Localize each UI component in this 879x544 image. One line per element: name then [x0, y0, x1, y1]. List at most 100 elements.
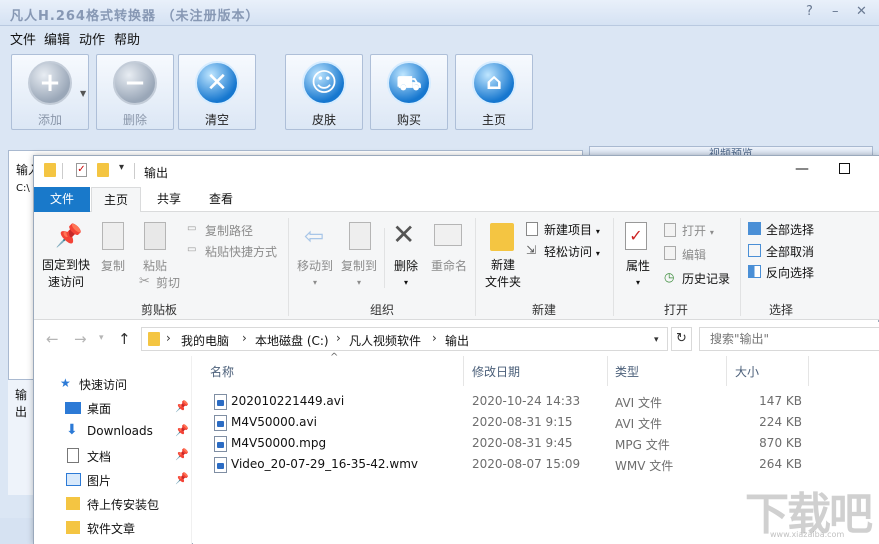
pin-quick-access-button[interactable]: 固定到快 速访问	[39, 257, 93, 291]
menu-file[interactable]: 文件	[10, 29, 36, 48]
app-title: 凡人H.264格式转换器 （未注册版本）	[10, 9, 260, 24]
customize-quick-access-icon[interactable]: ▾	[119, 162, 124, 173]
forward-arrow-icon[interactable]: →	[74, 330, 87, 348]
app-close-icon[interactable]: ✕	[856, 4, 867, 19]
delete-button[interactable]: − 删除	[96, 54, 174, 130]
breadcrumb-this-pc[interactable]: 我的电脑	[181, 332, 229, 349]
move-to-button[interactable]: 移动到 ▾	[292, 257, 338, 288]
nav-item-pictures[interactable]: 图片 📌	[34, 468, 192, 492]
paste-shortcut-button[interactable]: 粘贴快捷方式	[205, 243, 277, 260]
copy-to-button[interactable]: 复制到 ▾	[336, 257, 382, 288]
file-row[interactable]: 202010221449.avi 2020-10-24 14:33 AVI 文件…	[208, 391, 808, 412]
column-header-size[interactable]: 大小	[735, 363, 759, 380]
tab-file[interactable]: 文件	[34, 187, 90, 212]
nav-item-documents[interactable]: 文档 📌	[34, 444, 192, 468]
clear-button[interactable]: ✕ 清空	[178, 54, 256, 130]
refresh-icon[interactable]: ↻	[671, 327, 692, 351]
properties-icon: ✓	[625, 222, 647, 250]
dropdown-arrow-icon[interactable]: ▼	[80, 89, 86, 98]
paste-button[interactable]: 粘贴	[138, 257, 172, 274]
recent-locations-icon[interactable]: ▾	[99, 333, 104, 343]
tab-share[interactable]: 共享	[144, 187, 194, 212]
column-divider[interactable]	[726, 356, 727, 386]
column-header-name[interactable]: 名称	[210, 363, 234, 380]
back-arrow-icon[interactable]: ←	[46, 330, 59, 348]
open-button[interactable]: 打开 ▾	[682, 222, 714, 239]
delete-button[interactable]: 删除 ▾	[386, 257, 426, 288]
pin-icon[interactable]: 📌	[175, 424, 189, 437]
file-modified: 2020-08-31 9:15	[472, 415, 573, 429]
properties-quick-icon[interactable]: ✓	[76, 163, 87, 177]
new-folder-button[interactable]: 新建 文件夹	[478, 257, 528, 291]
tab-view[interactable]: 查看	[196, 187, 246, 212]
pin-icon[interactable]: 📌	[175, 448, 189, 461]
add-button[interactable]: + ▼ 添加	[11, 54, 89, 130]
column-header-modified[interactable]: 修改日期	[472, 363, 520, 380]
breadcrumb-separator-icon[interactable]: ›	[432, 331, 437, 345]
file-row[interactable]: M4V50000.avi 2020-08-31 9:15 AVI 文件 224 …	[208, 412, 808, 433]
menu-help[interactable]: 帮助	[114, 29, 140, 48]
app-help-icon[interactable]: ?	[806, 4, 813, 19]
column-divider[interactable]	[463, 356, 464, 386]
copy-button[interactable]: 复制	[96, 257, 130, 274]
app-minimize-icon[interactable]: –	[832, 4, 839, 19]
nav-quick-access[interactable]: ★ 快速访问	[34, 372, 192, 396]
breadcrumb-separator-icon[interactable]: ›	[166, 331, 171, 345]
easy-access-button[interactable]: 轻松访问 ▾	[544, 243, 600, 260]
column-divider[interactable]	[808, 356, 809, 386]
invert-selection-button[interactable]: 反向选择	[766, 264, 814, 281]
history-button[interactable]: 历史记录	[682, 270, 730, 287]
select-none-button[interactable]: 全部取消	[766, 243, 814, 260]
file-modified: 2020-08-07 15:09	[472, 457, 581, 471]
buy-button[interactable]: ⛟ 购买	[370, 54, 448, 130]
column-header-type[interactable]: 类型	[615, 363, 639, 380]
column-divider[interactable]	[607, 356, 608, 386]
select-all-button[interactable]: 全部选择	[766, 221, 814, 238]
properties-dropdown-icon: ▾	[635, 278, 640, 287]
nav-item-articles[interactable]: 软件文章	[34, 516, 192, 540]
organize-group-label: 组织	[369, 303, 394, 317]
file-size: 264 KB	[759, 457, 802, 471]
breadcrumb-local-disk[interactable]: 本地磁盘 (C:)	[255, 332, 329, 349]
move-to-label: 移动到	[296, 259, 333, 273]
new-folder-label-2: 文件夹	[484, 275, 521, 289]
breadcrumb-output[interactable]: 输出	[445, 332, 469, 349]
skin-button[interactable]: ☺ 皮肤	[285, 54, 363, 130]
pin-icon: 📌	[55, 224, 83, 249]
pin-icon[interactable]: 📌	[175, 400, 189, 413]
new-folder-quick-icon[interactable]	[97, 163, 109, 177]
menu-action[interactable]: 动作	[79, 29, 105, 48]
maximize-icon[interactable]	[839, 163, 850, 174]
navigation-pane: ★ 快速访问 桌面 📌 ⬇ Downloads 📌 文档 📌 图片 📌 待上传安…	[34, 356, 192, 544]
breadcrumb-software-folder[interactable]: 凡人视频软件	[349, 332, 421, 349]
delete-dropdown-icon: ▾	[403, 278, 408, 287]
copy-path-button[interactable]: 复制路径	[205, 222, 253, 239]
sort-ascending-icon: ^	[330, 352, 339, 363]
minimize-icon[interactable]: —	[795, 161, 809, 177]
tab-home[interactable]: 主页	[91, 187, 141, 213]
pin-icon[interactable]: 📌	[175, 472, 189, 485]
address-bar[interactable]: › 我的电脑 › 本地磁盘 (C:) › 凡人视频软件 › 输出 ▾	[141, 327, 668, 351]
rename-button[interactable]: 重命名	[426, 257, 472, 274]
breadcrumb-separator-icon[interactable]: ›	[336, 331, 341, 345]
file-name: Video_20-07-29_16-35-42.wmv	[231, 457, 418, 471]
cut-button[interactable]: 剪切	[156, 274, 180, 291]
home-button[interactable]: ⌂ 主页	[455, 54, 533, 130]
rename-icon	[434, 224, 462, 246]
breadcrumb-separator-icon[interactable]: ›	[242, 331, 247, 345]
address-dropdown-icon[interactable]: ▾	[654, 335, 659, 345]
ribbon-separator	[288, 218, 289, 316]
nav-item-downloads[interactable]: ⬇ Downloads 📌	[34, 420, 192, 444]
up-arrow-icon[interactable]: ↑	[118, 330, 131, 348]
new-item-button[interactable]: 新建项目 ▾	[544, 221, 600, 238]
video-file-icon	[214, 457, 227, 473]
properties-label: 属性	[625, 259, 650, 273]
menu-edit[interactable]: 编辑	[44, 29, 70, 48]
nav-item-desktop[interactable]: 桌面 📌	[34, 396, 192, 420]
nav-item-upload-packages[interactable]: 待上传安装包	[34, 492, 192, 516]
file-row[interactable]: M4V50000.mpg 2020-08-31 9:45 MPG 文件 870 …	[208, 433, 808, 454]
search-input[interactable]	[699, 327, 879, 351]
properties-button[interactable]: 属性 ▾	[618, 257, 658, 288]
edit-button[interactable]: 编辑	[682, 246, 706, 263]
file-row[interactable]: Video_20-07-29_16-35-42.wmv 2020-08-07 1…	[208, 454, 808, 475]
